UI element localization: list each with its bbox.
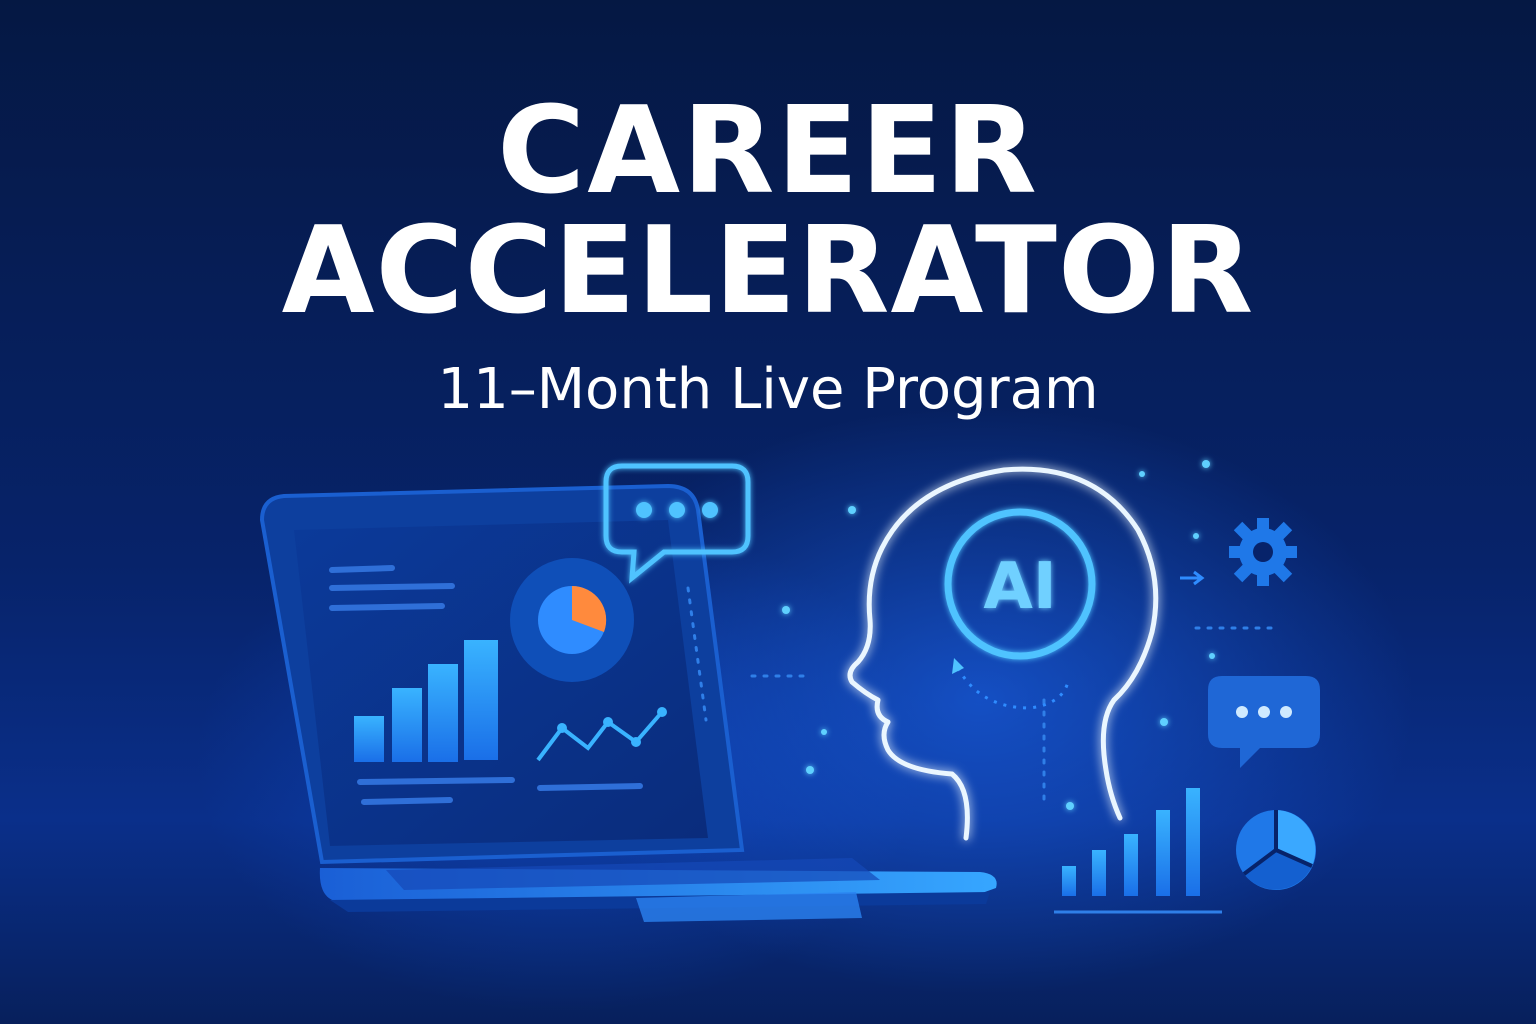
banner: CAREER ACCELERATOR 11–Month Live Program	[0, 0, 1536, 1024]
pie-chart-right-icon	[1236, 810, 1316, 890]
chat-bubble-right-icon	[1208, 676, 1320, 768]
pie-chart-icon	[510, 558, 634, 682]
dotted-connectors	[686, 586, 1278, 802]
ai-label: AI	[983, 550, 1056, 624]
illustration: AI	[259, 460, 1320, 922]
gear-icon	[1229, 518, 1297, 586]
bar-chart-icon	[1054, 788, 1222, 914]
ai-head-icon: AI	[847, 466, 1159, 841]
arrow-icon	[1180, 570, 1205, 586]
